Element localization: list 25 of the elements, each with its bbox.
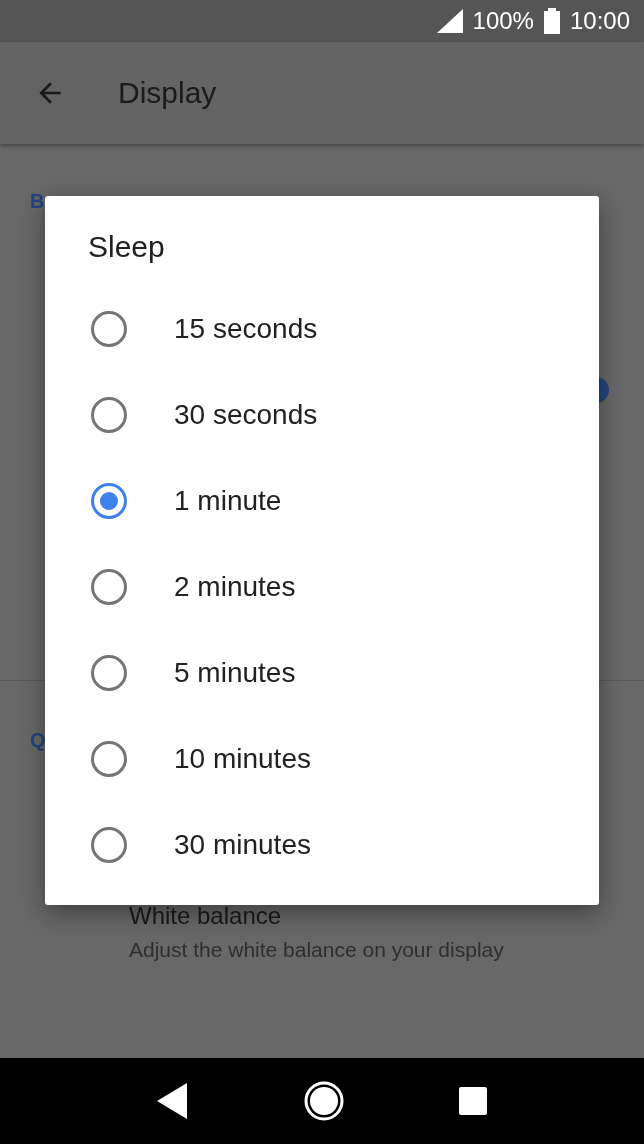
option-label[interactable]: 15 seconds [174, 313, 318, 345]
option-label[interactable]: 30 minutes [174, 829, 311, 861]
screen-title: Display [118, 76, 217, 110]
option-label[interactable]: 2 minutes [174, 571, 296, 603]
option-label[interactable]: 30 seconds [174, 399, 318, 431]
back-button[interactable] [157, 1083, 189, 1119]
radio-button[interactable] [91, 655, 127, 691]
option-label[interactable]: 10 minutes [174, 743, 311, 775]
option-label[interactable]: 5 minutes [174, 657, 296, 689]
battery-icon [543, 8, 560, 34]
home-button[interactable] [303, 1080, 345, 1122]
radio-button[interactable] [91, 397, 127, 433]
section-header: Q [30, 729, 47, 752]
radio-button[interactable] [91, 741, 127, 777]
option-label[interactable]: 1 minute [174, 485, 282, 517]
radio-button[interactable] [91, 827, 127, 863]
radio-button[interactable] [91, 569, 127, 605]
radio-button[interactable] [91, 483, 127, 519]
setting-description: Adjust the white balance on your display [129, 938, 505, 962]
section-header: B [30, 190, 46, 213]
clock: 10:00 [569, 7, 630, 35]
radio-button[interactable] [91, 311, 127, 347]
battery-level: 100% [472, 7, 534, 35]
signal-icon [436, 9, 463, 33]
dialog-title: Sleep [88, 230, 166, 264]
